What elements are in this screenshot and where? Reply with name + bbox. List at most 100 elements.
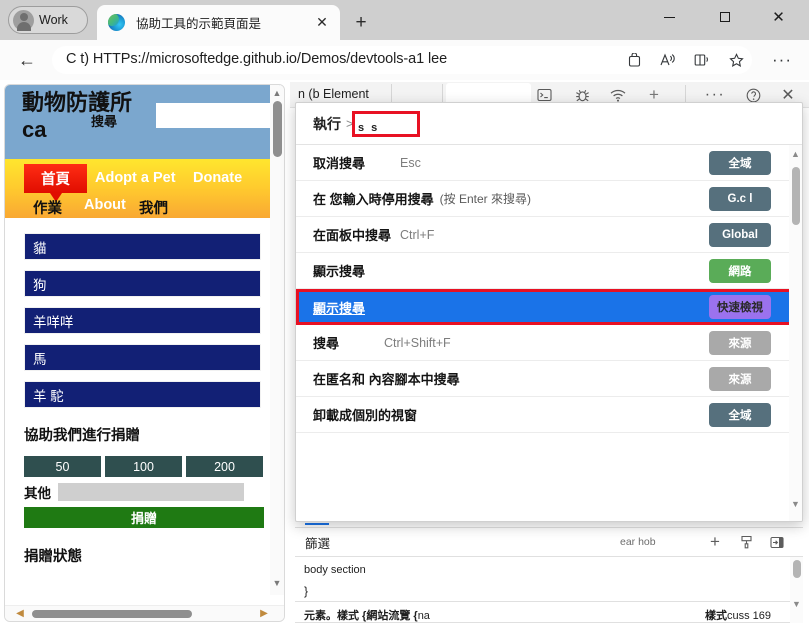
command-title: 卸載成個別的視窗	[313, 408, 418, 423]
command-item-disable-search-as-you-type[interactable]: 在 您輸入時停用搜尋 (按 Enter 來搜尋) G.c l	[296, 181, 802, 217]
scroll-down-icon[interactable]: ▼	[272, 578, 282, 588]
browser-window: Work 協助工具的示範頁面是 ✕ + ✕ ← C t) HTTPs://mic…	[0, 0, 809, 626]
page-horizontal-scrollbar[interactable]: ◀ ▶	[5, 605, 284, 621]
favorite-star-icon[interactable]	[725, 49, 747, 71]
command-item-show-search-quickview[interactable]: 顯示搜尋 快速檢視	[296, 289, 802, 325]
command-title: 在匿名和 內容腳本中搜尋	[313, 372, 460, 387]
browser-more-icon[interactable]: ···	[771, 49, 793, 71]
close-icon: ✕	[772, 8, 785, 26]
site-header: 動物防護所 ca 搜尋	[5, 85, 280, 159]
command-menu-list: 取消搜尋 Esc 全域 在 您輸入時停用搜尋 (按 Enter 來搜尋) G.c…	[296, 145, 802, 521]
donate-amount-100[interactable]: 100	[105, 456, 182, 477]
scroll-right-icon[interactable]: ▶	[257, 608, 271, 620]
list-item[interactable]: 羊 駝	[24, 381, 261, 408]
window-minimize-button[interactable]	[647, 0, 692, 34]
list-item[interactable]: 羊咩咩	[24, 307, 261, 334]
read-aloud-icon[interactable]	[657, 49, 679, 71]
command-title: 在 您輸入時停用搜尋	[313, 192, 434, 207]
command-title: 取消搜尋	[313, 156, 366, 171]
command-badge: 全域	[709, 150, 771, 175]
nav-item-donate[interactable]: Donate	[193, 170, 242, 186]
command-title: 搜尋	[313, 336, 340, 351]
add-style-rule-icon[interactable]: +	[705, 532, 725, 552]
devtools-panel: n (b Element + ··· ✕ </html> ▼	[290, 82, 809, 626]
donate-heading: 協助我們進行捐贈	[24, 428, 140, 444]
scroll-up-icon[interactable]: ▲	[790, 149, 801, 160]
command-title: 顯示搜尋	[313, 264, 366, 279]
scrollbar-thumb[interactable]	[273, 101, 282, 157]
other-amount-label: 其他	[24, 486, 51, 501]
scroll-down-icon[interactable]: ▼	[791, 599, 802, 610]
nav-item-us[interactable]: 我們	[139, 197, 168, 218]
scrollbar-thumb[interactable]	[793, 560, 801, 578]
brush-icon[interactable]	[736, 532, 756, 552]
css-closing-brace: }	[304, 584, 309, 598]
tab-close-icon[interactable]: ✕	[310, 11, 334, 35]
list-item[interactable]: 貓	[24, 233, 261, 260]
collections-icon[interactable]	[623, 49, 645, 71]
nav-item-adopt[interactable]: Adopt a Pet	[95, 170, 176, 186]
new-style-rule-icon[interactable]	[767, 532, 787, 552]
command-badge: Global	[709, 222, 771, 247]
back-button[interactable]: ←	[14, 48, 40, 72]
command-item-undock-into-separate-window[interactable]: 卸載成個別的視窗 全域	[296, 397, 802, 433]
command-input[interactable]: s s	[358, 122, 379, 134]
site-search-input[interactable]	[156, 103, 280, 128]
scroll-up-icon[interactable]: ▲	[272, 88, 282, 98]
command-item-show-search-network[interactable]: 顯示搜尋 網路	[296, 253, 802, 289]
command-menu-scrollbar[interactable]: ▲ ▼	[789, 145, 802, 521]
donation-other-row: 其他	[24, 482, 264, 502]
command-badge: 來源	[709, 366, 771, 391]
command-subtitle: (按 Enter 來搜尋)	[439, 192, 531, 206]
command-shortcut: Ctrl+Shift+F	[384, 335, 451, 350]
minimize-icon	[664, 16, 675, 18]
scroll-down-icon[interactable]: ▼	[790, 499, 801, 510]
toolbar-divider	[391, 84, 392, 104]
other-amount-input[interactable]	[58, 483, 244, 501]
nav-item-home[interactable]: 首頁	[24, 164, 87, 202]
command-item-search-anonymous-content-scripts[interactable]: 在匿名和 內容腳本中搜尋 來源	[296, 361, 802, 397]
command-item-cancel-search[interactable]: 取消搜尋 Esc 全域	[296, 145, 802, 181]
window-maximize-button[interactable]	[702, 0, 747, 34]
command-badge: 全域	[709, 402, 771, 427]
title-bar: Work 協助工具的示範頁面是 ✕ + ✕	[0, 0, 809, 40]
command-item-search-in-panel[interactable]: 在面板中搜尋 Ctrl+F Global	[296, 217, 802, 253]
devtools-tab-elements[interactable]: n (b Element	[298, 87, 369, 101]
donation-amount-group: 50 100 200	[24, 456, 264, 477]
donate-amount-200[interactable]: 200	[186, 456, 263, 477]
css-selector[interactable]: 元素。樣式 {網站流覽 {na	[304, 607, 430, 623]
browser-tab[interactable]: 協助工具的示範頁面是 ✕	[97, 5, 340, 40]
nav-item-work[interactable]: 作業	[33, 197, 62, 218]
window-close-button[interactable]: ✕	[756, 0, 801, 34]
immersive-reader-icon[interactable]	[691, 49, 713, 71]
profile-work-button[interactable]: Work	[8, 6, 88, 34]
command-badge: 來源	[709, 330, 771, 355]
filter-input[interactable]: 篩選	[305, 533, 330, 552]
animal-list: 貓 狗 羊咩咩 馬 羊 駝	[5, 233, 280, 418]
list-item[interactable]: 狗	[24, 270, 261, 297]
command-shortcut: Ctrl+F	[400, 227, 435, 242]
site-search-label: 搜尋	[91, 114, 118, 129]
url-text: C t) HTTPs://microsoftedge.github.io/Dem…	[66, 51, 448, 67]
command-menu: 執行 > s s 取消搜尋 Esc 全域 在 您輸入時停用搜尋 (按 Enter…	[295, 102, 803, 522]
scrollbar-thumb[interactable]	[792, 167, 800, 225]
css-source-link[interactable]: 樣式cuss 169	[705, 607, 771, 623]
new-tab-button[interactable]: +	[348, 10, 374, 36]
browser-tab-title: 協助工具的示範頁面是	[136, 17, 262, 31]
url-input[interactable]: C t) HTTPs://microsoftedge.github.io/Dem…	[52, 46, 752, 74]
command-item-search-sources[interactable]: 搜尋 Ctrl+Shift+F 來源	[296, 325, 802, 361]
scroll-left-icon[interactable]: ◀	[13, 608, 27, 620]
donate-submit-button[interactable]: 捐贈	[24, 507, 264, 528]
site-title: 動物防護所 ca	[22, 90, 133, 143]
donate-amount-50[interactable]: 50	[24, 456, 101, 477]
command-menu-input-row: 執行 > s s	[296, 103, 802, 145]
scrollbar-thumb[interactable]	[32, 610, 192, 618]
list-item[interactable]: 馬	[24, 344, 261, 371]
command-run-label: 執行	[313, 115, 341, 132]
nav-item-about[interactable]: About	[84, 197, 126, 213]
css-pane-scrollbar[interactable]: ▼	[790, 557, 803, 623]
page-vertical-scrollbar[interactable]: ▲ ▼	[270, 85, 284, 595]
edge-logo-icon	[108, 14, 125, 31]
address-bar: ← C t) HTTPs://microsoftedge.github.io/D…	[0, 40, 809, 80]
command-badge: 網路	[709, 258, 771, 283]
